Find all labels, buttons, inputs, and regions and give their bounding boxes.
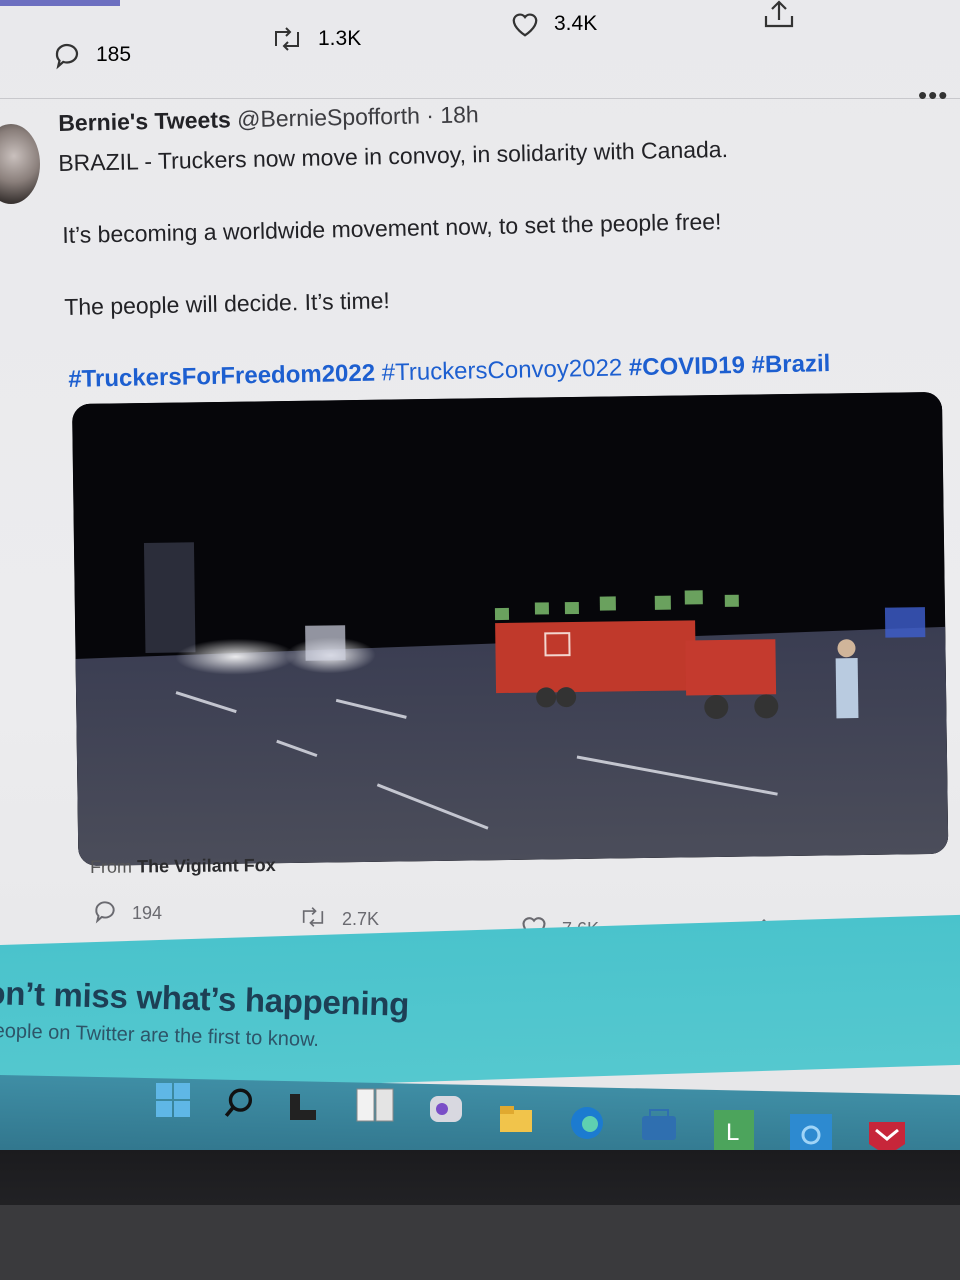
from-label: From [89,856,133,877]
tweet-line-2: It’s becoming a worldwide movement now, … [62,208,722,248]
hashtag-link[interactable]: #COVID19 [629,352,746,381]
mail-shield-icon[interactable] [866,1116,908,1150]
prev-retweet-action[interactable]: 1.3K [270,26,361,52]
task-view-icon[interactable] [288,1092,318,1122]
prev-reply-count: 185 [96,43,132,66]
tweet-header: Bernie's Tweets @BernieSpofforth · 18h [58,101,479,137]
reply-icon [52,40,82,70]
media-attribution: From The Vigilant Fox [90,855,276,878]
tweet-line-1: BRAZIL - Truckers now move in convoy, in… [58,135,729,176]
author-handle[interactable]: @BernieSpofforth [237,102,420,132]
retweet-count: 2.7K [342,909,380,929]
hashtag-link[interactable]: #TruckersForFreedom2022 [68,360,375,393]
prev-like-count: 3.4K [554,12,598,35]
video-player[interactable] [72,391,949,866]
share-icon [762,0,796,30]
widgets-icon[interactable] [356,1088,394,1122]
prev-retweet-count: 1.3K [318,27,362,50]
file-explorer-icon[interactable] [498,1104,534,1134]
desk-surface [0,1205,960,1280]
reply-count: 194 [132,903,163,923]
hashtag-link[interactable]: #Brazil [751,350,830,379]
tweet-line-3: The people will decide. It’s time! [64,287,391,320]
windows-start-icon[interactable] [155,1082,191,1118]
reply-icon [92,898,118,929]
avatar[interactable] [0,124,40,204]
retweet-icon [270,26,304,52]
prev-share-action[interactable] [762,0,796,30]
tab-indicator [0,0,120,6]
dot-separator: · [425,102,435,129]
hashtags: #TruckersForFreedom2022 #TruckersConvoy2… [68,350,831,394]
reply-action[interactable]: 194 [92,898,162,929]
chat-icon[interactable] [428,1094,464,1128]
hashtag-link[interactable]: #TruckersConvoy2022 [381,354,622,386]
media-source-link[interactable]: The Vigilant Fox [137,855,276,876]
prev-like-action[interactable]: 3.4K [510,10,597,38]
screen: 185 1.3K 3.4K ••• Bernie's Tweets @Berni… [0,0,960,1150]
app-l-icon[interactable]: L [714,1110,754,1150]
heart-icon [510,10,540,38]
app-blue-icon[interactable] [790,1114,832,1150]
author-name[interactable]: Bernie's Tweets [58,106,231,136]
more-icon[interactable]: ••• [918,80,948,111]
retweet-action[interactable]: 2.7K [298,906,379,933]
tweet-divider [0,98,960,99]
retweet-icon [298,906,328,933]
tweet-time[interactable]: 18h [440,101,479,128]
video-frame [72,391,949,866]
store-icon[interactable] [640,1108,678,1142]
svg-text:L: L [726,1119,739,1146]
edge-browser-icon[interactable] [568,1104,606,1142]
prev-reply-action[interactable]: 185 [52,40,131,70]
search-icon[interactable] [222,1086,256,1120]
